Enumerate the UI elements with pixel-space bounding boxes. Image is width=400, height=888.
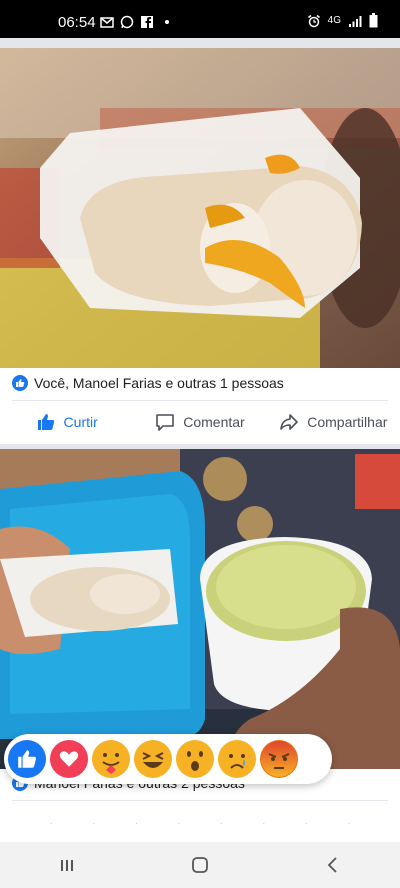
recent-apps-icon[interactable] — [57, 855, 77, 875]
like-badge-icon — [12, 375, 28, 391]
share-button[interactable]: Compartilhar — [267, 400, 400, 444]
dot-7: · — [304, 818, 308, 829]
like-button-label: Curtir — [63, 414, 98, 430]
post2-divider — [12, 800, 388, 801]
like-button[interactable]: Curtir — [0, 400, 133, 444]
comment-button[interactable]: Comentar — [133, 400, 266, 444]
facebook-icon — [141, 16, 153, 28]
4g-icon: 4G — [327, 15, 341, 26]
haha-reaction-icon[interactable] — [134, 740, 172, 778]
comment-button-label: Comentar — [183, 414, 245, 430]
back-icon[interactable] — [323, 855, 343, 875]
status-time: 06:54 — [58, 14, 96, 31]
like-reaction-icon[interactable] — [8, 740, 46, 778]
battery-icon — [369, 13, 378, 28]
status-right: 4G — [307, 13, 378, 28]
home-icon[interactable] — [190, 855, 210, 875]
wow-reaction-icon[interactable] — [176, 740, 214, 778]
dot-3: · — [134, 818, 138, 829]
reaction-picker — [4, 734, 332, 784]
notification-icons — [100, 15, 174, 29]
angry-reaction-icon[interactable] — [260, 740, 298, 778]
system-nav-bar — [0, 842, 400, 888]
whatsapp-icon — [120, 15, 134, 29]
dot-icon — [165, 20, 169, 24]
gmail-icon — [100, 17, 114, 28]
dot-2: · — [92, 818, 96, 829]
share-button-label: Compartilhar — [307, 414, 388, 430]
post1-action-bar: Curtir Comentar Compartilhar — [0, 400, 400, 444]
thumbs-up-icon — [37, 414, 54, 430]
post-photo-sandwich-juice[interactable] — [0, 449, 400, 769]
share-icon — [280, 414, 299, 430]
comment-icon — [156, 414, 175, 431]
love-reaction-icon[interactable] — [50, 740, 88, 778]
post1-reactions-summary[interactable]: Você, Manoel Farias e outras 1 pessoas — [12, 375, 284, 391]
action-bar-placeholder: · · · · · · · · — [0, 818, 400, 829]
care-reaction-icon[interactable] — [92, 740, 130, 778]
signal-icon — [349, 15, 362, 27]
dot-5: · — [219, 818, 223, 829]
sad-reaction-icon[interactable] — [218, 740, 256, 778]
post-photo-sandwich[interactable] — [0, 48, 400, 368]
feed-separator — [0, 38, 400, 48]
post1-reactions-text: Você, Manoel Farias e outras 1 pessoas — [34, 375, 284, 391]
dot-8: · — [347, 818, 351, 829]
alarm-icon — [307, 14, 320, 27]
dot-1: · — [49, 818, 53, 829]
dot-6: · — [262, 818, 266, 829]
dot-4: · — [177, 818, 181, 829]
